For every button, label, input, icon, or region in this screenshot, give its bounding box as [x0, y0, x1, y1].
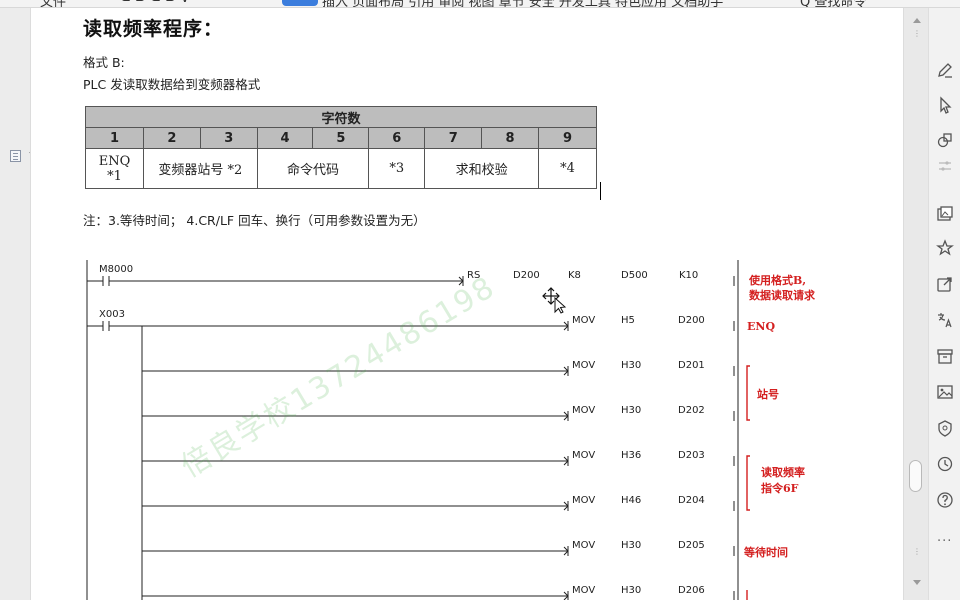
left-gutter — [0, 8, 35, 600]
instruction-label: RS — [467, 270, 480, 281]
instruction-label: MOV — [572, 495, 595, 506]
operand-label: H30 — [621, 585, 641, 596]
more-icon[interactable]: ··· — [937, 534, 952, 549]
contact-label: X003 — [99, 309, 125, 320]
operand-label: D500 — [621, 270, 648, 281]
shapes-icon[interactable] — [935, 130, 955, 150]
history-icon[interactable] — [935, 454, 955, 474]
operand-label: K8 — [568, 270, 581, 281]
pen-icon[interactable] — [935, 60, 955, 80]
operand-label: D200 — [513, 270, 540, 281]
ladder-diagram: M8000 RS D200 K8 D500 K10 X003 MOV H5 D200 MOV H30 D… — [86, 260, 816, 600]
annotation-text: 等待时间 — [743, 545, 788, 559]
annotation-text: 读取频率 — [761, 465, 805, 479]
annotation-brace — [746, 365, 750, 421]
vertical-scrollbar[interactable]: ⋮ ⋮ — [904, 8, 928, 600]
scroll-up-icon[interactable] — [913, 18, 921, 23]
tab-start-active[interactable] — [282, 0, 318, 6]
image-gallery-icon[interactable] — [935, 204, 955, 224]
operand-label: H5 — [621, 315, 635, 326]
document-outline-icon[interactable] — [10, 150, 21, 162]
annotation-text: 指令6F — [761, 481, 799, 495]
document-page[interactable]: 读取频率程序： 格式 B: PLC 发读取数据给到变频器格式 字符数 1 2 3… — [30, 8, 904, 600]
annotation-text: 站号 — [757, 387, 779, 401]
instruction-label: MOV — [572, 585, 595, 596]
instruction-label: MOV — [572, 405, 595, 416]
right-tool-sidebar: ··· — [928, 8, 960, 600]
operand-label: D200 — [678, 315, 705, 326]
annotation-text: ENQ — [747, 320, 775, 333]
scroll-down-icon[interactable] — [913, 580, 921, 585]
operand-label: D206 — [678, 585, 705, 596]
ribbon-tabs[interactable]: 插入 页面布局 引用 审阅 视图 章节 安全 开发工具 特色应用 文档助手 — [322, 0, 723, 7]
quick-access-toolbar[interactable]: ⊂ ⊃ ⊂ ⊃ ∨ — [120, 0, 190, 6]
pointer-icon[interactable] — [935, 95, 955, 115]
share-icon[interactable] — [935, 274, 955, 294]
sliders-icon[interactable] — [935, 156, 955, 176]
top-toolbar: 文件 ⊂ ⊃ ⊂ ⊃ ∨ 插入 页面布局 引用 审阅 视图 章节 安全 开发工具… — [0, 0, 960, 8]
operand-label: D205 — [678, 540, 705, 551]
operand-label: D201 — [678, 360, 705, 371]
scroll-marker: ⋮ — [913, 547, 921, 556]
operand-label: H30 — [621, 405, 641, 416]
scroll-thumb[interactable] — [909, 460, 922, 492]
menu-file[interactable]: 文件 — [40, 0, 66, 7]
operand-label: H46 — [621, 495, 641, 506]
translate-icon[interactable] — [935, 310, 955, 330]
instruction-label: MOV — [572, 540, 595, 551]
instruction-label: MOV — [572, 360, 595, 371]
annotation-text: 数据读取请求 — [749, 288, 816, 302]
move-cursor-icon — [542, 287, 567, 314]
annotation-text: 使用格式B, — [748, 273, 806, 287]
operand-label: H36 — [621, 450, 641, 461]
instruction-label: MOV — [572, 450, 595, 461]
star-icon[interactable] — [935, 238, 955, 258]
operand-label: D203 — [678, 450, 705, 461]
shield-icon[interactable] — [935, 418, 955, 438]
scroll-marker: ⋮ — [913, 29, 921, 38]
search-commands[interactable]: Q 查找命令 — [800, 0, 866, 7]
operand-label: D202 — [678, 405, 705, 416]
operand-label: D204 — [678, 495, 705, 506]
instruction-label: MOV — [572, 315, 595, 326]
archive-icon[interactable] — [935, 346, 955, 366]
operand-label: H30 — [621, 540, 641, 551]
picture-icon[interactable] — [935, 382, 955, 402]
operand-label: H30 — [621, 360, 641, 371]
operand-label: K10 — [679, 270, 698, 281]
help-icon[interactable] — [935, 490, 955, 510]
contact-label: M8000 — [99, 264, 133, 275]
annotation-brace — [746, 455, 750, 511]
